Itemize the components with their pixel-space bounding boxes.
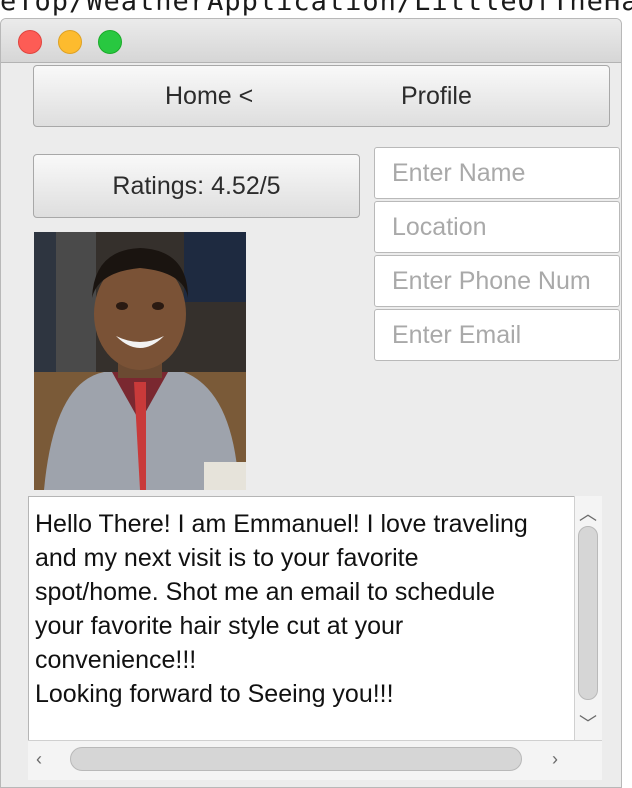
email-input[interactable]: Enter Email: [374, 309, 620, 361]
home-nav-button[interactable]: Home <: [165, 82, 253, 111]
email-placeholder: Enter Email: [392, 320, 522, 349]
bio-text: Hello There! I am Emmanuel! I love trave…: [35, 510, 528, 708]
location-input[interactable]: Location: [374, 201, 620, 253]
ratings-label: Ratings: 4.52/5: [112, 171, 281, 200]
title-bar[interactable]: [1, 19, 621, 63]
chevron-down-icon[interactable]: ﹀: [579, 710, 597, 736]
zoom-window-button[interactable]: [98, 30, 122, 54]
chevron-left-icon[interactable]: ‹: [36, 749, 42, 770]
profile-photo-illustration: [34, 232, 246, 490]
phone-placeholder: Enter Phone Num: [392, 266, 591, 295]
profile-nav-button[interactable]: Profile: [401, 82, 472, 111]
minimize-window-button[interactable]: [58, 30, 82, 54]
location-placeholder: Location: [392, 212, 487, 241]
profile-photo: [34, 232, 246, 490]
navigation-bar: Home < Profile: [33, 65, 610, 127]
bio-textarea[interactable]: Hello There! I am Emmanuel! I love trave…: [28, 496, 602, 760]
name-input[interactable]: Enter Name: [374, 147, 620, 199]
chevron-right-icon[interactable]: ›: [552, 749, 558, 770]
chevron-up-icon[interactable]: ︿: [579, 500, 597, 526]
close-window-button[interactable]: [18, 30, 42, 54]
name-placeholder: Enter Name: [392, 158, 526, 187]
horizontal-scroll-thumb[interactable]: [70, 747, 522, 771]
vertical-scrollbar[interactable]: ︿ ﹀: [574, 496, 602, 740]
ratings-button[interactable]: Ratings: 4.52/5: [33, 154, 360, 218]
phone-input[interactable]: Enter Phone Num: [374, 255, 620, 307]
vertical-scroll-thumb[interactable]: [578, 526, 598, 700]
horizontal-scrollbar[interactable]: ‹ ›: [28, 740, 602, 780]
